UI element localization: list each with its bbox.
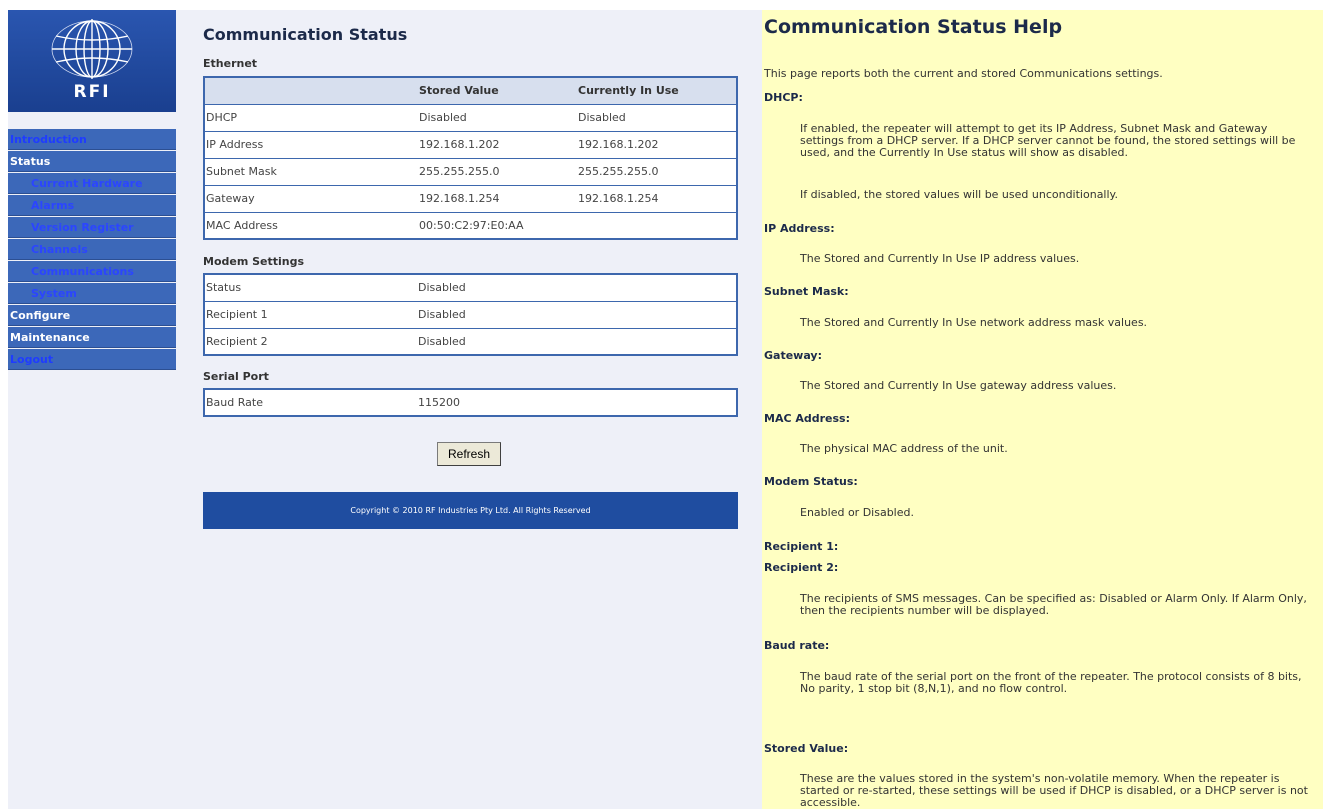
ethernet-section-title: Ethernet — [203, 57, 258, 70]
stored-value: Disabled — [418, 104, 578, 132]
nav-item-channels[interactable]: Channels — [8, 239, 176, 260]
main-content: Communication Status Ethernet Stored Val… — [176, 10, 762, 809]
help-heading-dhcp: DHCP: — [764, 91, 803, 104]
help-panel: Communication Status Help This page repo… — [762, 10, 1323, 809]
row-label: Gateway — [204, 185, 418, 213]
nav-item-system[interactable]: System — [8, 283, 176, 304]
page-title: Communication Status — [203, 25, 408, 44]
table-row: Subnet Mask 255.255.255.0 255.255.255.0 — [204, 158, 737, 186]
serial-section-title: Serial Port — [203, 370, 269, 383]
row-label: Recipient 1 — [204, 301, 418, 329]
table-header-row: Stored Value Currently In Use — [204, 77, 737, 105]
row-label: DHCP — [204, 104, 418, 132]
help-heading-ip-address: IP Address: — [764, 222, 835, 235]
help-text-recipients: The recipients of SMS messages. Can be s… — [800, 592, 1307, 617]
nav-item-maintenance[interactable]: Maintenance — [8, 327, 176, 348]
stored-value: 255.255.255.0 — [418, 158, 578, 186]
stored-value: 192.168.1.254 — [418, 185, 578, 213]
table-row: MAC Address 00:50:C2:97:E0:AA — [204, 212, 737, 239]
help-text-modem-status: Enabled or Disabled. — [800, 506, 914, 519]
copyright-footer: Copyright © 2010 RF Industries Pty Ltd. … — [203, 492, 738, 529]
nav-item-configure[interactable]: Configure — [8, 305, 176, 326]
row-label: Subnet Mask — [204, 158, 418, 186]
nav-item-alarms[interactable]: Alarms — [8, 195, 176, 216]
current-value: Disabled — [578, 104, 737, 132]
nav-item-introduction[interactable]: Introduction — [8, 129, 176, 150]
table-row: Recipient 2 Disabled — [204, 328, 737, 355]
current-value: 255.255.255.0 — [578, 158, 737, 186]
help-heading-recipient-2: Recipient 2: — [764, 561, 839, 574]
row-value: Disabled — [418, 301, 737, 329]
help-text-mac-address: The physical MAC address of the unit. — [800, 442, 1008, 455]
help-text-stored-value: These are the values stored in the syste… — [800, 772, 1308, 809]
help-heading-modem-status: Modem Status: — [764, 475, 858, 488]
help-heading-stored-value: Stored Value: — [764, 742, 849, 755]
help-text-dhcp: If enabled, the repeater will attempt to… — [800, 122, 1296, 159]
antenna-globe-icon — [51, 19, 133, 79]
stored-value: 192.168.1.202 — [418, 131, 578, 159]
help-heading-baud-rate: Baud rate: — [764, 639, 830, 652]
current-value: 192.168.1.202 — [578, 131, 737, 159]
logo-text: RFI — [73, 82, 111, 102]
column-header — [204, 77, 418, 105]
table-row: Baud Rate 115200 — [204, 389, 737, 416]
help-intro: This page reports both the current and s… — [764, 67, 1163, 80]
help-text-subnet-mask: The Stored and Currently In Use network … — [800, 316, 1148, 329]
row-value: Disabled — [418, 274, 737, 302]
stored-value: 00:50:C2:97:E0:AA — [419, 218, 524, 232]
ethernet-table: Stored Value Currently In Use DHCP Disab… — [203, 76, 738, 240]
help-heading-subnet-mask: Subnet Mask: — [764, 285, 849, 298]
row-label: IP Address — [204, 131, 418, 159]
row-label: Status — [204, 274, 418, 302]
nav-item-logout[interactable]: Logout — [8, 349, 176, 370]
help-text-dhcp-disabled: If disabled, the stored values will be u… — [800, 188, 1118, 201]
current-value: 192.168.1.254 — [578, 185, 737, 213]
help-text-ip-address: The Stored and Currently In Use IP addre… — [800, 252, 1080, 265]
column-header-stored-value: Stored Value — [418, 77, 578, 105]
modem-section-title: Modem Settings — [203, 255, 305, 268]
help-text-gateway: The Stored and Currently In Use gateway … — [800, 379, 1117, 392]
serial-table: Baud Rate 115200 — [203, 388, 738, 417]
row-value: Disabled — [418, 334, 466, 348]
help-heading-recipient-1: Recipient 1: — [764, 540, 839, 553]
help-heading-gateway: Gateway: — [764, 349, 822, 362]
table-row: Gateway 192.168.1.254 192.168.1.254 — [204, 185, 737, 213]
nav-menu: Introduction Status Current Hardware Ala… — [8, 129, 176, 371]
row-label: Recipient 2 — [206, 334, 268, 348]
table-row: DHCP Disabled Disabled — [204, 104, 737, 132]
refresh-button[interactable]: Refresh — [437, 442, 501, 466]
table-row: IP Address 192.168.1.202 192.168.1.202 — [204, 131, 737, 159]
row-label: Baud Rate — [206, 396, 263, 409]
rfi-logo[interactable]: RFI — [8, 10, 176, 112]
table-row: Status Disabled — [204, 274, 737, 302]
help-title: Communication Status Help — [764, 16, 1063, 38]
nav-item-current-hardware[interactable]: Current Hardware — [8, 173, 176, 194]
help-heading-mac-address: MAC Address: — [764, 412, 851, 425]
nav-item-communications[interactable]: Communications — [8, 261, 176, 282]
column-header-currently-in-use: Currently In Use — [578, 77, 737, 105]
sidebar: RFI Introduction Status Current Hardware… — [8, 10, 176, 809]
row-value: 115200 — [418, 396, 460, 409]
nav-item-status[interactable]: Status — [8, 151, 176, 172]
row-label: MAC Address — [206, 218, 278, 232]
nav-item-version-register[interactable]: Version Register — [8, 217, 176, 238]
modem-table: Status Disabled Recipient 1 Disabled Rec… — [203, 273, 738, 356]
table-row: Recipient 1 Disabled — [204, 301, 737, 329]
help-text-baud-rate: The baud rate of the serial port on the … — [800, 670, 1302, 695]
current-value — [578, 212, 737, 239]
